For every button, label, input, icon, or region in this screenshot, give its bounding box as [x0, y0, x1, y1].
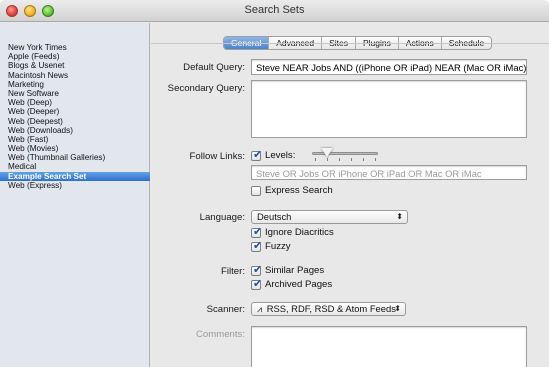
- sidebar-item[interactable]: Web (Thumbnail Galleries): [0, 153, 150, 162]
- sidebar-item[interactable]: Medical: [0, 162, 150, 171]
- rss-icon: ⩘: [257, 304, 263, 314]
- secondary-query-field[interactable]: [251, 80, 527, 138]
- sidebar-item[interactable]: New Software: [0, 89, 150, 98]
- archived-pages-checkbox-box[interactable]: ✔: [251, 277, 263, 290]
- archived-pages-checkbox[interactable]: ✔ Archived Pages: [251, 277, 333, 290]
- follow-links-label: Follow Links:: [189, 151, 245, 162]
- slider-tick: [327, 158, 328, 161]
- levels-checkbox-box[interactable]: ✔: [251, 148, 263, 161]
- language-value: Deutsch: [257, 211, 292, 222]
- settings-panel: General Advanced Sites Plugins Actions Schedu…: [151, 23, 549, 367]
- sidebar-item[interactable]: Marketing: [0, 80, 150, 89]
- comments-field[interactable]: [251, 326, 527, 367]
- scanner-popup[interactable]: ⩘ RSS, RDF, RSD & Atom Feeds ⬍: [251, 302, 406, 316]
- sidebar-item[interactable]: Example Search Set: [0, 171, 150, 181]
- sidebar-item[interactable]: Blogs & Usenet: [0, 61, 150, 70]
- similar-pages-checkbox[interactable]: ✔ Similar Pages: [251, 263, 325, 276]
- slider-tick: [351, 158, 352, 161]
- levels-label: Levels:: [265, 150, 296, 161]
- archived-pages-label: Archived Pages: [265, 279, 333, 290]
- search-sets-window: Search Sets New York Times Apple (Feeds) B…: [0, 0, 549, 367]
- checkmark-icon: ✔: [253, 263, 263, 276]
- secondary-query-label: Secondary Query:: [167, 83, 245, 94]
- express-search-label: Express Search: [265, 185, 333, 196]
- slider-tick: [363, 158, 364, 161]
- similar-pages-label: Similar Pages: [265, 265, 325, 276]
- checkmark-icon: ✔: [253, 239, 263, 252]
- checkmark-icon: ✔: [253, 148, 263, 161]
- follow-links-field[interactable]: Steve OR Jobs OR iPhone OR iPad OR Mac O…: [251, 165, 527, 180]
- sidebar-item[interactable]: Web (Downloads): [0, 126, 150, 135]
- checkmark-icon: ✔: [253, 225, 263, 238]
- sidebar-item[interactable]: Apple (Feeds): [0, 52, 150, 61]
- window-title: Search Sets: [244, 4, 305, 16]
- sidebar-item[interactable]: Web (Express): [0, 181, 150, 190]
- language-label: Language:: [199, 212, 245, 223]
- search-sets-sidebar: New York Times Apple (Feeds) Blogs & Usene…: [0, 23, 150, 367]
- filter-label: Filter:: [221, 266, 245, 277]
- checkmark-icon: ✔: [253, 277, 263, 290]
- fuzzy-checkbox-box[interactable]: ✔: [251, 239, 263, 252]
- similar-pages-checkbox-box[interactable]: ✔: [251, 263, 263, 276]
- sidebar-item[interactable]: Web (Deeper): [0, 107, 150, 116]
- express-search-checkbox[interactable]: Express Search: [251, 185, 333, 196]
- slider-tick: [339, 158, 340, 161]
- title-bar: Search Sets: [0, 0, 549, 22]
- sidebar-item[interactable]: Web (Movies): [0, 144, 150, 153]
- scanner-label: Scanner:: [206, 304, 245, 315]
- slider-tick: [315, 158, 316, 161]
- ignore-diacritics-checkbox[interactable]: ✔ Ignore Diacritics: [251, 225, 334, 238]
- express-search-checkbox-box[interactable]: [251, 185, 261, 196]
- scanner-value: RSS, RDF, RSD & Atom Feeds: [266, 303, 396, 314]
- levels-checkbox[interactable]: ✔ Levels:: [251, 148, 296, 161]
- sidebar-item[interactable]: Web (Fast): [0, 135, 150, 144]
- fuzzy-label: Fuzzy: [265, 241, 291, 252]
- popup-arrows-icon: ⬍: [394, 304, 401, 313]
- language-popup[interactable]: Deutsch ⬍: [251, 210, 408, 224]
- sidebar-item[interactable]: Web (Deepest): [0, 117, 150, 126]
- general-tab-panel: Default Query: Steve NEAR Jobs AND ((iPh…: [151, 43, 549, 367]
- sidebar-item[interactable]: New York Times: [0, 43, 150, 52]
- slider-tick: [375, 158, 376, 161]
- ignore-diacritics-label: Ignore Diacritics: [265, 227, 334, 238]
- ignore-diacritics-checkbox-box[interactable]: ✔: [251, 225, 263, 238]
- fuzzy-checkbox[interactable]: ✔ Fuzzy: [251, 239, 291, 252]
- default-query-field[interactable]: Steve NEAR Jobs AND ((iPhone OR iPad) NE…: [251, 59, 527, 75]
- default-query-label: Default Query:: [183, 62, 245, 73]
- comments-label: Comments:: [195, 329, 245, 340]
- sidebar-item[interactable]: Web (Deep): [0, 98, 150, 107]
- levels-slider-thumb[interactable]: [321, 148, 333, 157]
- sidebar-item[interactable]: Macintosh News: [0, 71, 150, 80]
- popup-arrows-icon: ⬍: [396, 212, 403, 221]
- search-sets-list: New York Times Apple (Feeds) Blogs & Usene…: [0, 43, 150, 190]
